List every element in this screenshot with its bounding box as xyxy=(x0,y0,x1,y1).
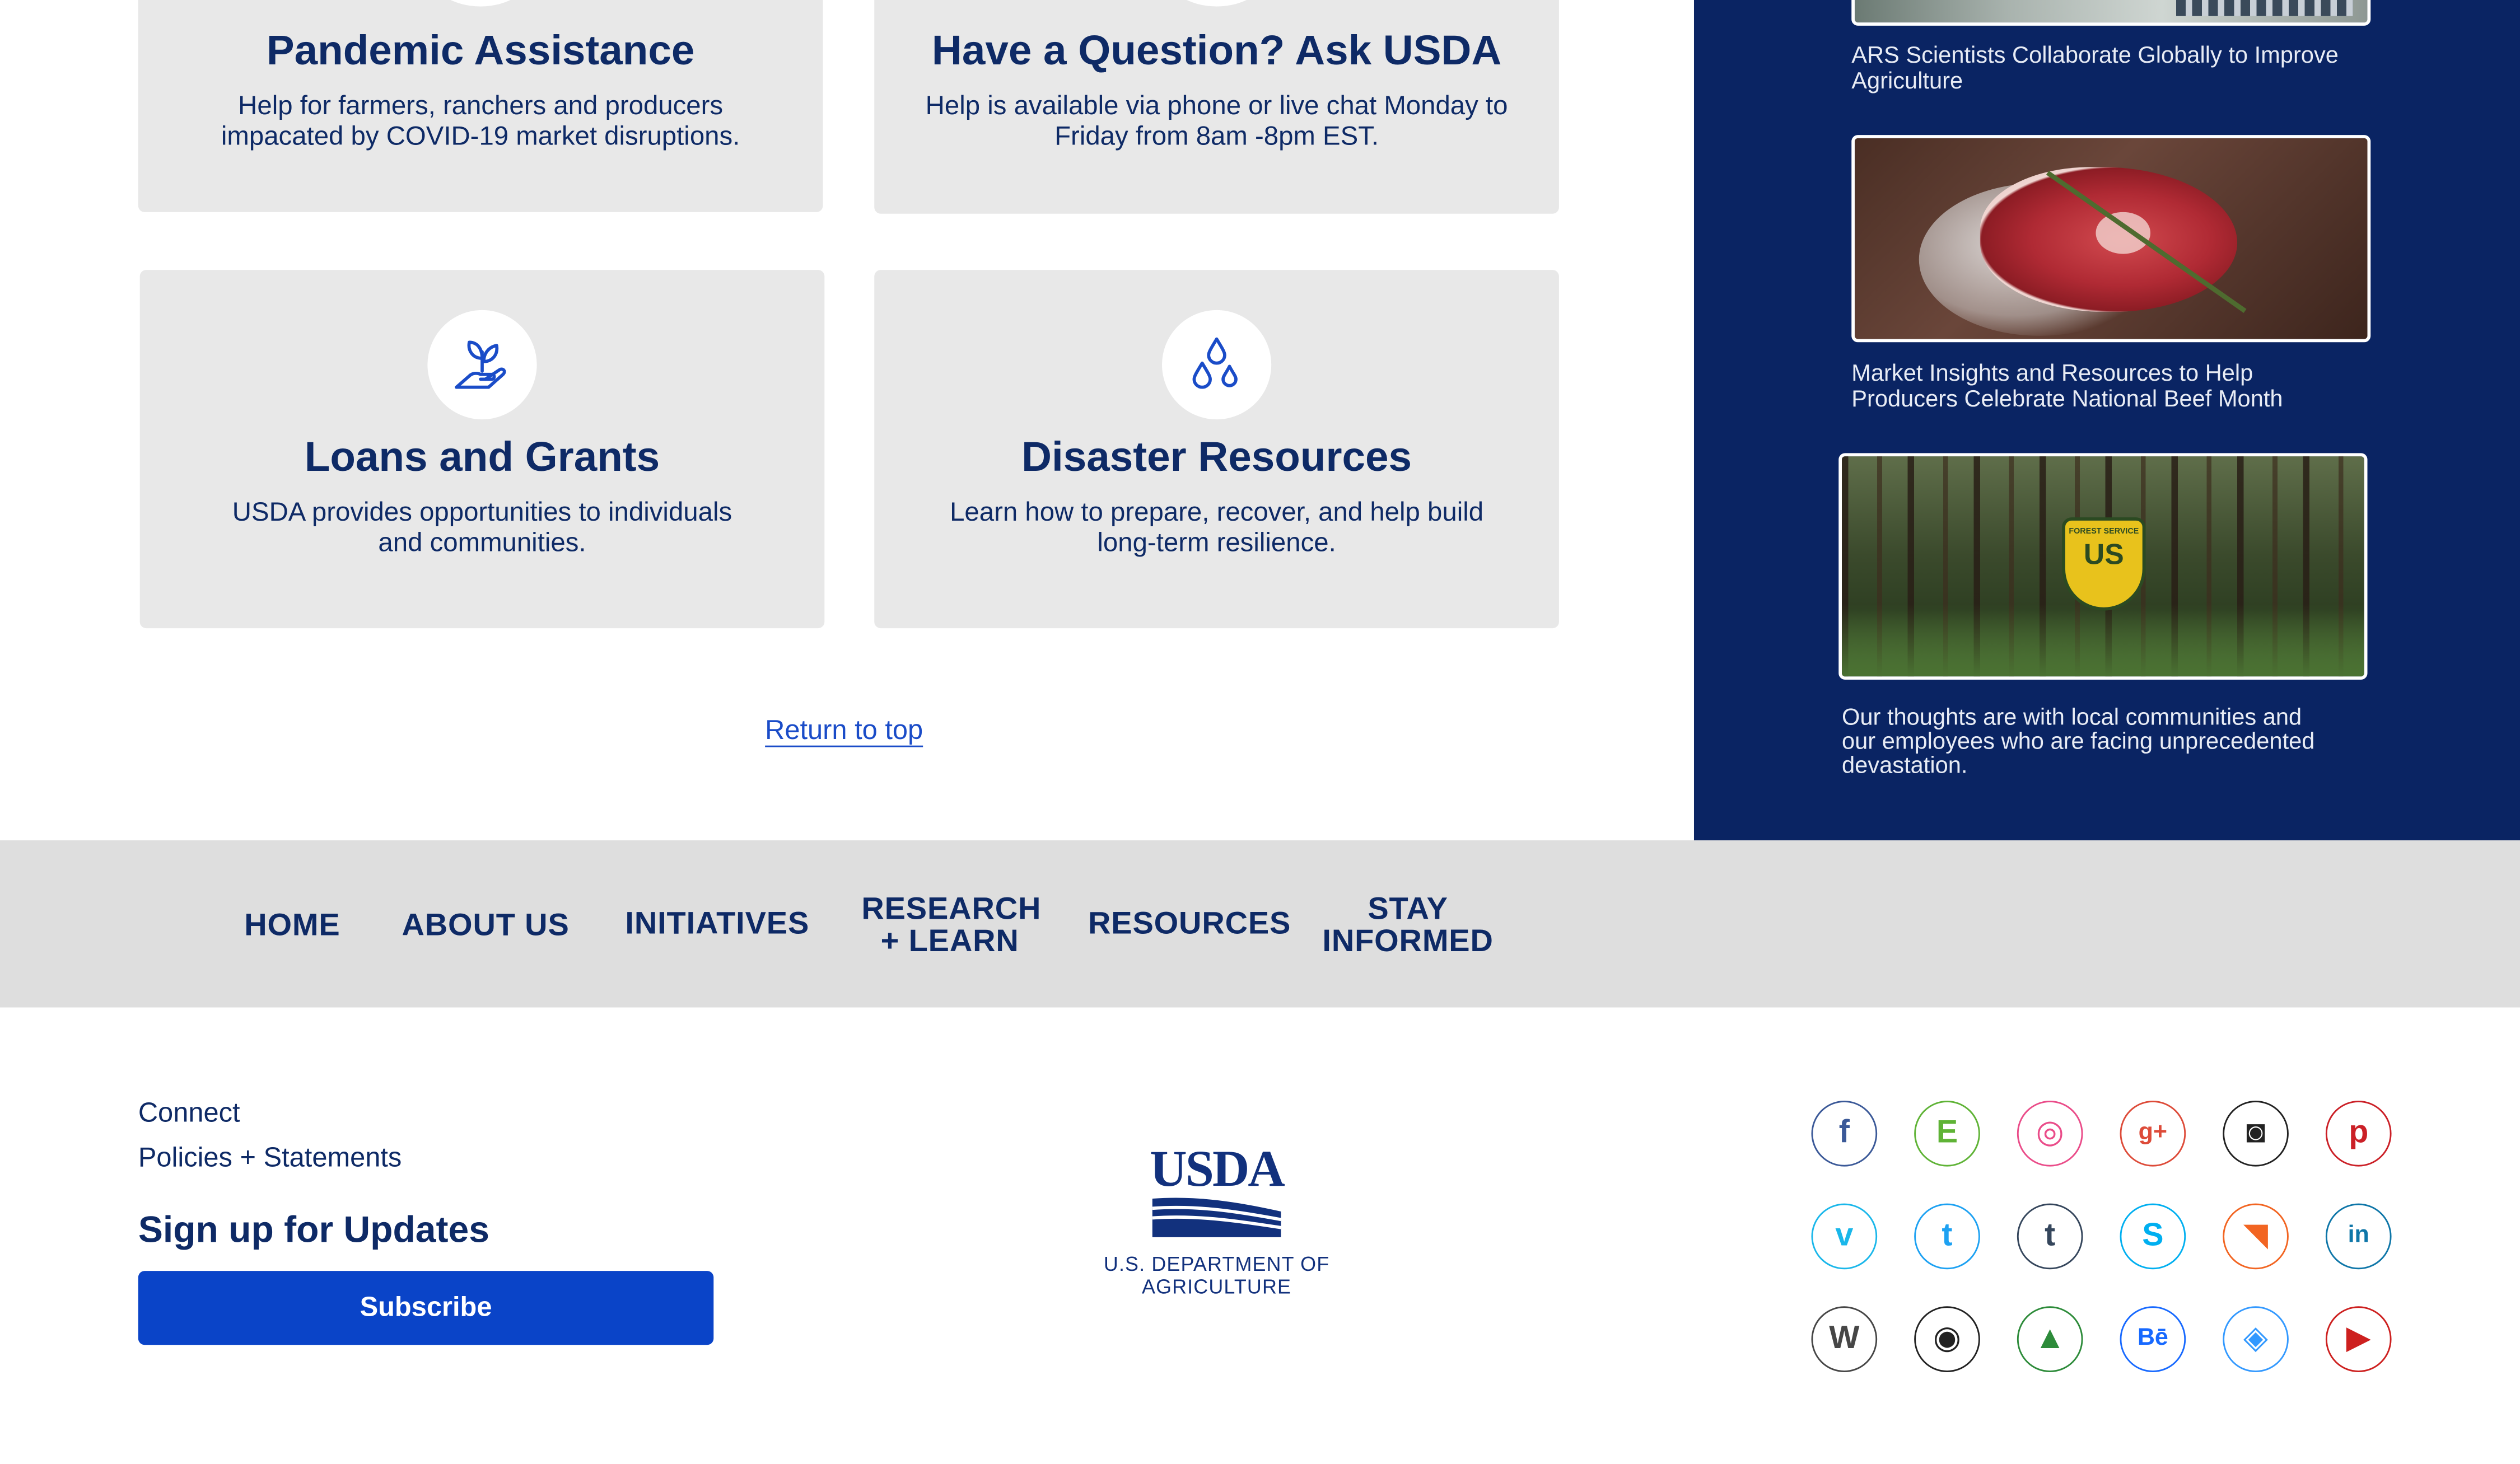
wordpress-icon-glyph: W xyxy=(1829,1321,1860,1357)
news-sidebar: ARS Scientists Collaborate Globally to I… xyxy=(1693,0,2520,841)
news-caption[interactable]: devastation. xyxy=(1842,754,1967,779)
nav-about-us[interactable]: ABOUT US xyxy=(402,909,570,941)
google-plus-icon-glyph: g+ xyxy=(2138,1118,2168,1146)
card-text-line: Friday from 8am -8pm EST. xyxy=(1054,122,1379,151)
tumblr-icon[interactable]: t xyxy=(2017,1203,2083,1270)
youtube-icon[interactable]: ▶ xyxy=(2325,1306,2392,1372)
youtube-icon-glyph: ▶ xyxy=(2346,1321,2371,1357)
nav-label-line: STAY xyxy=(1368,891,1448,927)
nav-research-learn[interactable]: RESEARCH + LEARN xyxy=(861,891,1042,960)
twitter-icon[interactable]: t xyxy=(1914,1203,1980,1270)
card-title: Disaster Resources xyxy=(1021,432,1412,481)
card-text-line: USDA provides opportunities to individua… xyxy=(232,498,732,527)
usda-logo-swoosh xyxy=(1152,1198,1281,1237)
card-text-line: Help for farmers, ranchers and producers xyxy=(238,91,724,121)
instagram-icon-glyph: ◙ xyxy=(2246,1115,2266,1150)
card-text-line: Learn how to prepare, recover, and help … xyxy=(950,498,1484,527)
nav-initiatives[interactable]: INITIATIVES xyxy=(625,908,809,940)
forrst-icon-glyph: ▲ xyxy=(2034,1321,2066,1357)
news-caption[interactable]: Agriculture xyxy=(1851,69,1963,95)
nav-home[interactable]: HOME xyxy=(244,909,340,941)
wordpress-icon[interactable]: W xyxy=(1811,1306,1878,1372)
footer-nav: HOME ABOUT US INITIATIVES RESEARCH + LEA… xyxy=(0,840,2520,1008)
card-disaster-resources[interactable]: Disaster Resources Learn how to prepare,… xyxy=(874,270,1559,629)
pinterest-icon-glyph: p xyxy=(2349,1115,2369,1150)
connect-link[interactable]: Connect xyxy=(138,1097,240,1129)
news-caption[interactable]: ARS Scientists Collaborate Globally to I… xyxy=(1851,43,2339,69)
plant-hand-icon xyxy=(427,310,537,420)
behance-icon-glyph: Bē xyxy=(2137,1323,2168,1351)
pandemic-icon-partial xyxy=(431,0,531,7)
rss-icon-glyph: ◥ xyxy=(2243,1218,2269,1253)
card-pandemic-assistance[interactable]: Pandemic Assistance Help for farmers, ra… xyxy=(138,0,823,212)
card-text-line: impacated by COVID-19 market disruptions… xyxy=(221,122,740,151)
water-drops-icon xyxy=(1162,310,1272,420)
evernote-icon[interactable]: E xyxy=(1914,1100,1980,1167)
return-to-top-link[interactable]: Return to top xyxy=(765,715,923,747)
card-text-line: Help is available via phone or live chat… xyxy=(925,91,1508,121)
department-name: U.S. DEPARTMENT OF AGRICULTURE xyxy=(1103,1253,1330,1298)
skype-icon[interactable]: S xyxy=(2120,1203,2186,1270)
badge-letters: US xyxy=(2083,538,2124,570)
card-ask-usda[interactable]: Have a Question? Ask USDA Help is availa… xyxy=(874,0,1559,214)
github-icon-glyph: ◉ xyxy=(1933,1321,1962,1357)
usda-logo[interactable]: USDA U.S. DEPARTMENT OF AGRICULTURE xyxy=(1035,1139,1398,1298)
card-title: Have a Question? Ask USDA xyxy=(931,25,1502,74)
delicious-icon[interactable]: ◈ xyxy=(2223,1306,2289,1372)
linkedin-icon-glyph: in xyxy=(2348,1221,2369,1248)
card-title: Pandemic Assistance xyxy=(266,25,695,74)
question-icon-partial xyxy=(1166,0,1267,7)
evernote-icon-glyph: E xyxy=(1936,1115,1958,1150)
twitter-icon-glyph: t xyxy=(1942,1218,1953,1253)
nav-label-line: + LEARN xyxy=(880,924,1019,960)
dribbble-icon-glyph: ◎ xyxy=(2036,1115,2064,1150)
behance-icon[interactable]: Bē xyxy=(2120,1306,2186,1372)
facebook-icon[interactable]: f xyxy=(1811,1100,1878,1167)
pinterest-icon[interactable]: p xyxy=(2325,1100,2392,1167)
card-title: Loans and Grants xyxy=(304,432,660,481)
policies-statements-link[interactable]: Policies + Statements xyxy=(138,1143,402,1175)
nav-label-line: RESEARCH xyxy=(861,891,1042,927)
news-caption[interactable]: Producers Celebrate National Beef Month xyxy=(1851,387,2283,413)
dribbble-icon[interactable]: ◎ xyxy=(2017,1100,2083,1167)
card-loans-grants[interactable]: Loans and Grants USDA provides opportuni… xyxy=(139,270,825,629)
nav-label-line: INFORMED xyxy=(1322,924,1494,960)
linkedin-icon[interactable]: in xyxy=(2325,1203,2392,1270)
forrst-icon[interactable]: ▲ xyxy=(2017,1306,2083,1372)
github-icon[interactable]: ◉ xyxy=(1914,1306,1980,1372)
vimeo-icon-glyph: v xyxy=(1835,1218,1854,1253)
news-caption[interactable]: Market Insights and Resources to Help xyxy=(1851,362,2253,387)
news-caption[interactable]: our employees who are facing unprecedent… xyxy=(1842,729,2314,755)
forest-service-badge: FOREST SERVICE US xyxy=(2062,517,2146,611)
news-thumbnail-beef[interactable] xyxy=(1851,135,2371,343)
google-plus-icon[interactable]: g+ xyxy=(2120,1100,2186,1167)
news-thumbnail-forest[interactable]: FOREST SERVICE US xyxy=(1838,453,2368,680)
skype-icon-glyph: S xyxy=(2142,1218,2164,1253)
subscribe-button[interactable]: Subscribe xyxy=(138,1271,714,1345)
tumblr-icon-glyph: t xyxy=(2045,1218,2056,1253)
card-text-line: long-term resilience. xyxy=(1097,528,1336,558)
usda-logo-text: USDA xyxy=(1150,1139,1285,1198)
vimeo-icon[interactable]: v xyxy=(1811,1203,1878,1270)
rss-icon[interactable]: ◥ xyxy=(2223,1203,2289,1270)
instagram-icon[interactable]: ◙ xyxy=(2223,1100,2289,1167)
delicious-icon-glyph: ◈ xyxy=(2243,1321,2269,1357)
news-thumbnail-ars[interactable] xyxy=(1851,0,2371,26)
card-text-line: and communities. xyxy=(378,528,586,558)
nav-resources[interactable]: RESOURCES xyxy=(1088,908,1291,940)
facebook-icon-glyph: f xyxy=(1838,1115,1850,1150)
nav-stay-informed[interactable]: STAY INFORMED xyxy=(1321,894,1495,958)
badge-text: FOREST SERVICE xyxy=(2069,527,2139,537)
news-caption[interactable]: Our thoughts are with local communities … xyxy=(1842,705,2302,731)
signup-heading: Sign up for Updates xyxy=(138,1208,489,1250)
